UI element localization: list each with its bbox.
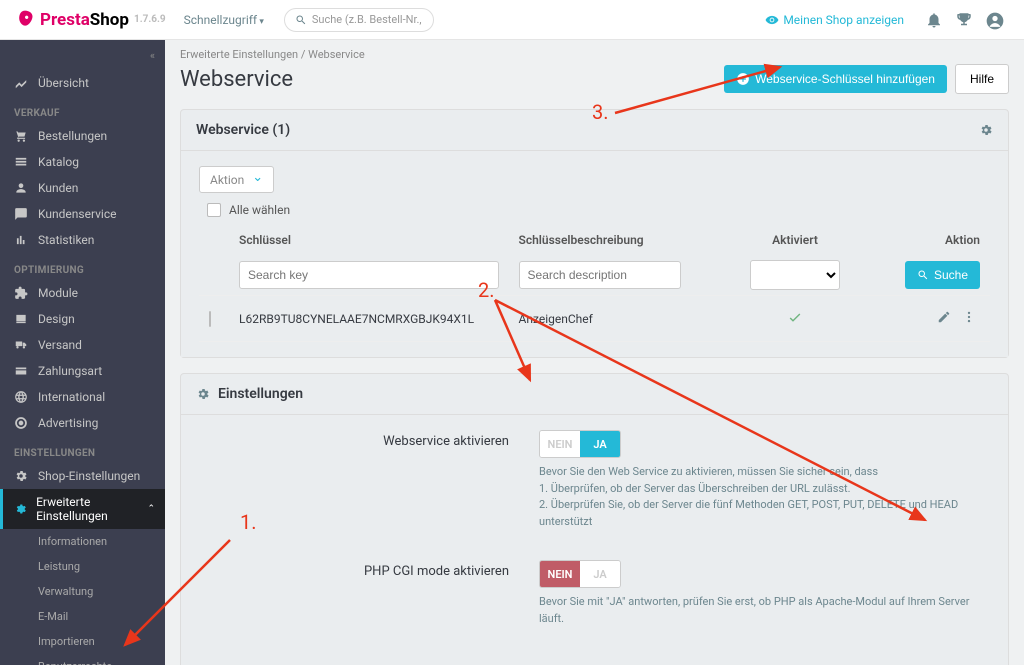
- profile-icon[interactable]: [985, 11, 1003, 29]
- col-desc[interactable]: Schlüsselbeschreibung: [509, 225, 720, 255]
- nav-sub-performance[interactable]: Leistung: [0, 554, 165, 579]
- nav-sub-import[interactable]: Importieren: [0, 629, 165, 654]
- sidebar: « Übersicht VERKAUF Bestellungen Katalog…: [0, 40, 165, 665]
- search-button-label: Suche: [934, 268, 968, 282]
- check-icon[interactable]: [787, 309, 803, 325]
- more-button[interactable]: [958, 306, 980, 331]
- cgi-label: PHP CGI mode aktivieren: [199, 560, 539, 579]
- panel-title-webservice: Webservice (1): [196, 122, 290, 138]
- page-title: Webservice: [180, 67, 724, 92]
- settings-panel: Einstellungen Webservice aktivieren NEIN…: [180, 373, 1009, 665]
- logo-part2: Shop: [90, 10, 129, 30]
- switch-yes: JA: [580, 561, 620, 587]
- filter-active-select[interactable]: [750, 260, 840, 290]
- table-row[interactable]: L62RB9TU8CYNELAAE7NCMRXGBJK94X1L Anzeige…: [199, 296, 990, 342]
- nav-section-sell: VERKAUF: [0, 96, 165, 123]
- add-webservice-key-button[interactable]: Webservice-Schlüssel hinzufügen: [724, 65, 947, 93]
- ws-help-text: Bevor Sie den Web Service zu aktivieren,…: [539, 464, 989, 530]
- nav-design[interactable]: Design: [0, 306, 165, 332]
- logo-part1: Presta: [40, 10, 90, 30]
- bulk-action-dropdown[interactable]: Aktion: [199, 166, 274, 193]
- nav-section-configure: EINSTELLUNGEN: [0, 436, 165, 463]
- webservice-table: Schlüssel Schlüsselbeschreibung Aktivier…: [199, 225, 990, 342]
- quick-access-dropdown[interactable]: Schnellzugriff: [184, 13, 264, 27]
- filter-desc-input[interactable]: [519, 261, 682, 289]
- topbar: PrestaShop 1.7.6.9 Schnellzugriff Suche …: [0, 0, 1024, 40]
- search-icon: [295, 14, 307, 26]
- breadcrumb-current: Webservice: [308, 48, 365, 61]
- nav-catalog[interactable]: Katalog: [0, 149, 165, 175]
- version-label: 1.7.6.9: [134, 14, 166, 25]
- select-all-checkbox[interactable]: [207, 203, 221, 217]
- nav-advanced[interactable]: Erweiterte Einstellungen⌃: [0, 489, 165, 529]
- nav-section-improve: OPTIMIERUNG: [0, 253, 165, 280]
- switch-no: NEIN: [540, 561, 580, 587]
- nav-sub-email[interactable]: E-Mail: [0, 604, 165, 629]
- breadcrumb-parent[interactable]: Erweiterte Einstellungen: [180, 48, 298, 61]
- nav-shop-params[interactable]: Shop-Einstellungen: [0, 463, 165, 489]
- search-input[interactable]: Suche (z.B. Bestell-Nr.,: [284, 8, 434, 32]
- cgi-help-text: Bevor Sie mit "JA" antworten, prüfen Sie…: [539, 594, 989, 627]
- col-key[interactable]: Schlüssel: [229, 225, 509, 255]
- nav-customers[interactable]: Kunden: [0, 175, 165, 201]
- breadcrumb: Erweiterte Einstellungen / Webservice: [180, 40, 1009, 64]
- webservice-list-panel: Webservice (1) Aktion Alle wählen Schlüs…: [180, 109, 1009, 358]
- view-shop-link[interactable]: Meinen Shop anzeigen: [765, 13, 904, 27]
- panel-title-settings: Einstellungen: [218, 386, 303, 402]
- row-desc: AnzeigenChef: [509, 296, 720, 342]
- col-active[interactable]: Aktiviert: [720, 225, 870, 255]
- nav-orders[interactable]: Bestellungen: [0, 123, 165, 149]
- nav-stats[interactable]: Statistiken: [0, 227, 165, 253]
- edit-button[interactable]: [933, 306, 955, 331]
- nav-customer-service[interactable]: Kundenservice: [0, 201, 165, 227]
- gear-icon[interactable]: [979, 123, 993, 137]
- switch-yes: JA: [580, 431, 620, 457]
- nav-international[interactable]: International: [0, 384, 165, 410]
- nav-advertising[interactable]: Advertising: [0, 410, 165, 436]
- prestashop-icon: [15, 9, 35, 29]
- ws-activate-switch[interactable]: NEIN JA: [539, 430, 621, 458]
- search-icon: [917, 269, 929, 281]
- col-action: Aktion: [870, 225, 990, 255]
- trophy-icon[interactable]: [955, 11, 973, 29]
- filter-key-input[interactable]: [239, 261, 499, 289]
- ws-activate-label: Webservice aktivieren: [199, 430, 539, 449]
- main-content: Erweiterte Einstellungen / Webservice We…: [165, 40, 1024, 665]
- nav-payment[interactable]: Zahlungsart: [0, 358, 165, 384]
- chevron-up-icon: ⌃: [147, 504, 155, 514]
- row-key: L62RB9TU8CYNELAAE7NCMRXGBJK94X1L: [229, 296, 509, 342]
- more-vert-icon: [962, 310, 976, 324]
- gear-icon: [196, 387, 210, 401]
- switch-no: NEIN: [540, 431, 580, 457]
- plus-circle-icon: [736, 72, 750, 86]
- logo: PrestaShop 1.7.6.9: [15, 10, 166, 30]
- nav-sub-team[interactable]: Benutzerrechte: [0, 654, 165, 665]
- nav-sub-admin[interactable]: Verwaltung: [0, 579, 165, 604]
- nav-dashboard[interactable]: Übersicht: [0, 70, 165, 96]
- cgi-switch[interactable]: NEIN JA: [539, 560, 621, 588]
- add-key-label: Webservice-Schlüssel hinzufügen: [755, 72, 935, 86]
- help-button[interactable]: Hilfe: [955, 64, 1009, 94]
- notifications-icon[interactable]: [925, 11, 943, 29]
- collapse-sidebar-button[interactable]: «: [0, 40, 165, 70]
- search-button[interactable]: Suche: [905, 261, 980, 289]
- eye-icon: [765, 13, 779, 27]
- nav-sub-info[interactable]: Informationen: [0, 529, 165, 554]
- nav-modules[interactable]: Module: [0, 280, 165, 306]
- pencil-icon: [937, 310, 951, 324]
- nav-shipping[interactable]: Versand: [0, 332, 165, 358]
- row-checkbox[interactable]: [209, 311, 211, 327]
- view-shop-label: Meinen Shop anzeigen: [783, 13, 904, 27]
- search-placeholder: Suche (z.B. Bestell-Nr.,: [312, 13, 422, 26]
- select-all-label: Alle wählen: [229, 203, 290, 217]
